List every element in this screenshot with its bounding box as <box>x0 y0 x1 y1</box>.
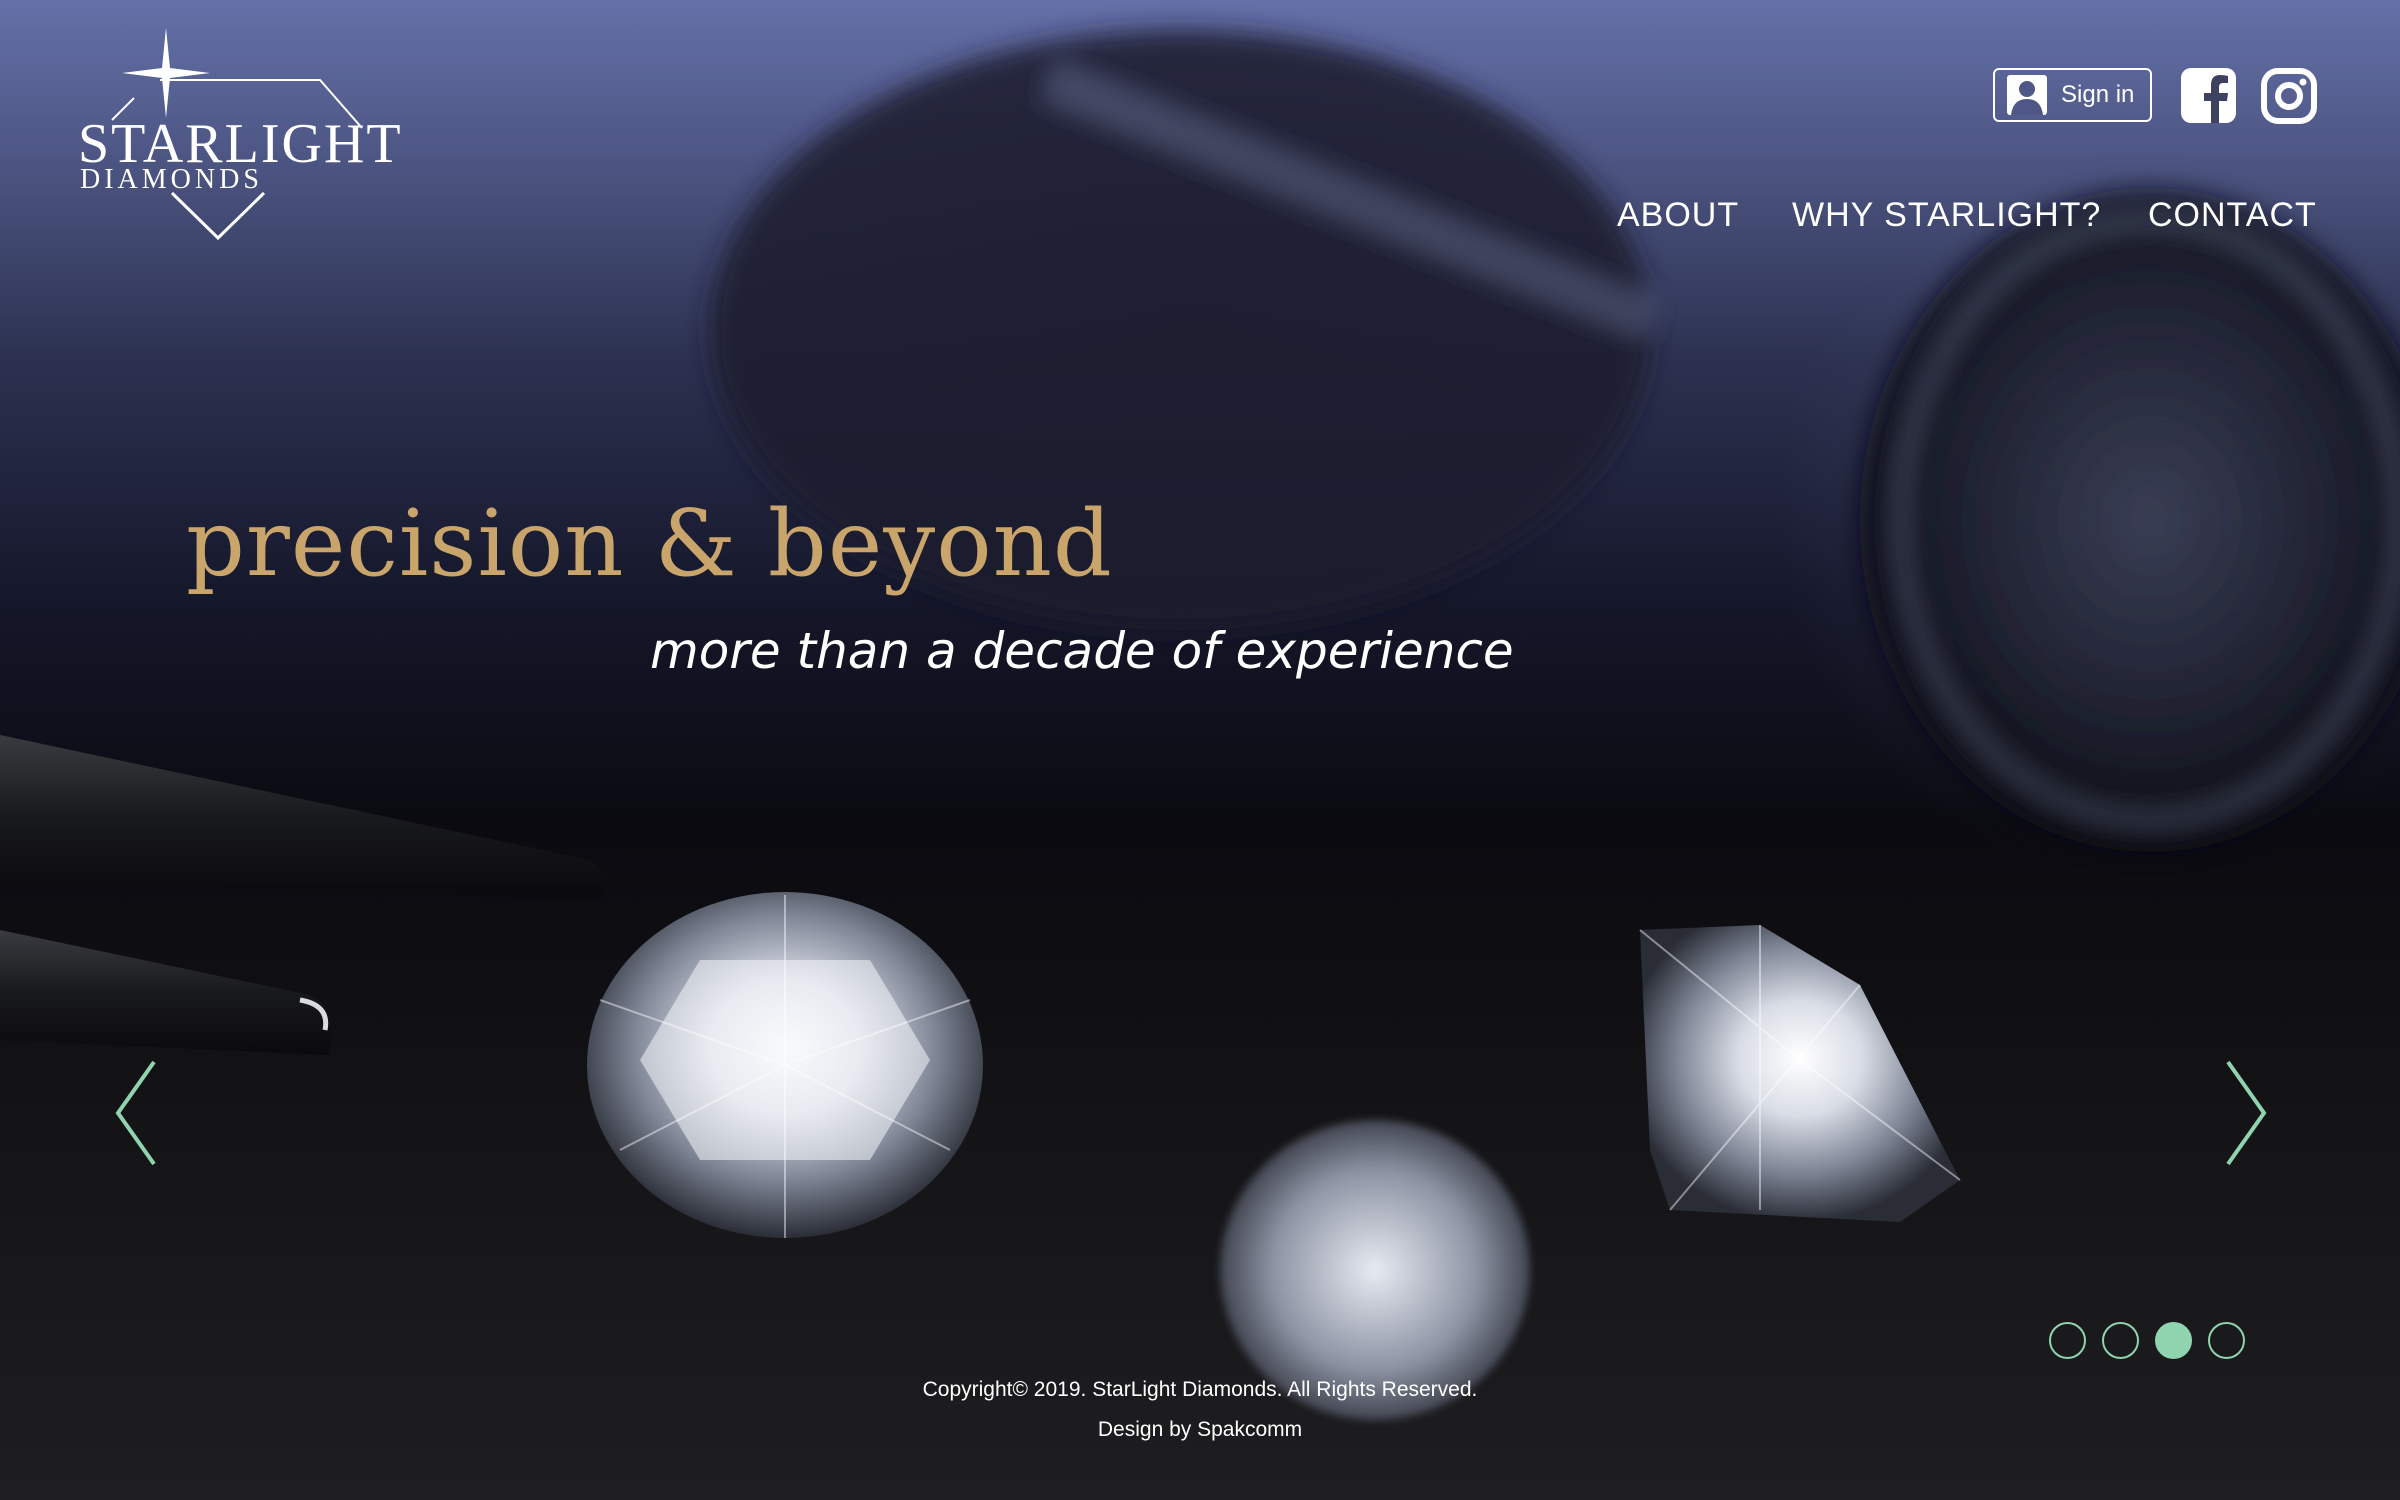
carousel-next-arrow-icon[interactable] <box>2220 1058 2270 1168</box>
brand-subtitle: DIAMONDS <box>80 164 263 195</box>
carousel-pagination <box>2049 1322 2245 1359</box>
sign-in-button[interactable]: Sign in <box>1993 68 2152 122</box>
carousel-dot[interactable] <box>2208 1322 2245 1359</box>
hero-slide: STARLIGHT DIAMONDS Sign in ABOUT WHY STA… <box>0 0 2400 1500</box>
footer-credit[interactable]: Design by Spakcomm <box>0 1418 2400 1442</box>
sign-in-label: Sign in <box>2061 81 2135 108</box>
nav-contact[interactable]: CONTACT <box>2148 196 2317 235</box>
brand-logo[interactable]: STARLIGHT DIAMONDS <box>72 28 401 244</box>
facebook-icon[interactable] <box>2181 68 2236 123</box>
hero-tagline: more than a decade of experience <box>650 622 1514 680</box>
footer-copyright: Copyright© 2019. StarLight Diamonds. All… <box>922 1378 1478 1401</box>
instagram-icon[interactable] <box>2261 68 2317 124</box>
carousel-prev-arrow-icon[interactable] <box>112 1058 162 1168</box>
carousel-dot[interactable] <box>2049 1322 2086 1359</box>
carousel-dot[interactable] <box>2155 1322 2192 1359</box>
carousel-dot[interactable] <box>2102 1322 2139 1359</box>
nav-about[interactable]: ABOUT <box>1617 196 1739 235</box>
user-icon <box>2007 75 2047 115</box>
hero-headline: precision & beyond <box>186 490 1113 597</box>
nav-why-starlight[interactable]: WHY STARLIGHT? <box>1792 196 2101 235</box>
